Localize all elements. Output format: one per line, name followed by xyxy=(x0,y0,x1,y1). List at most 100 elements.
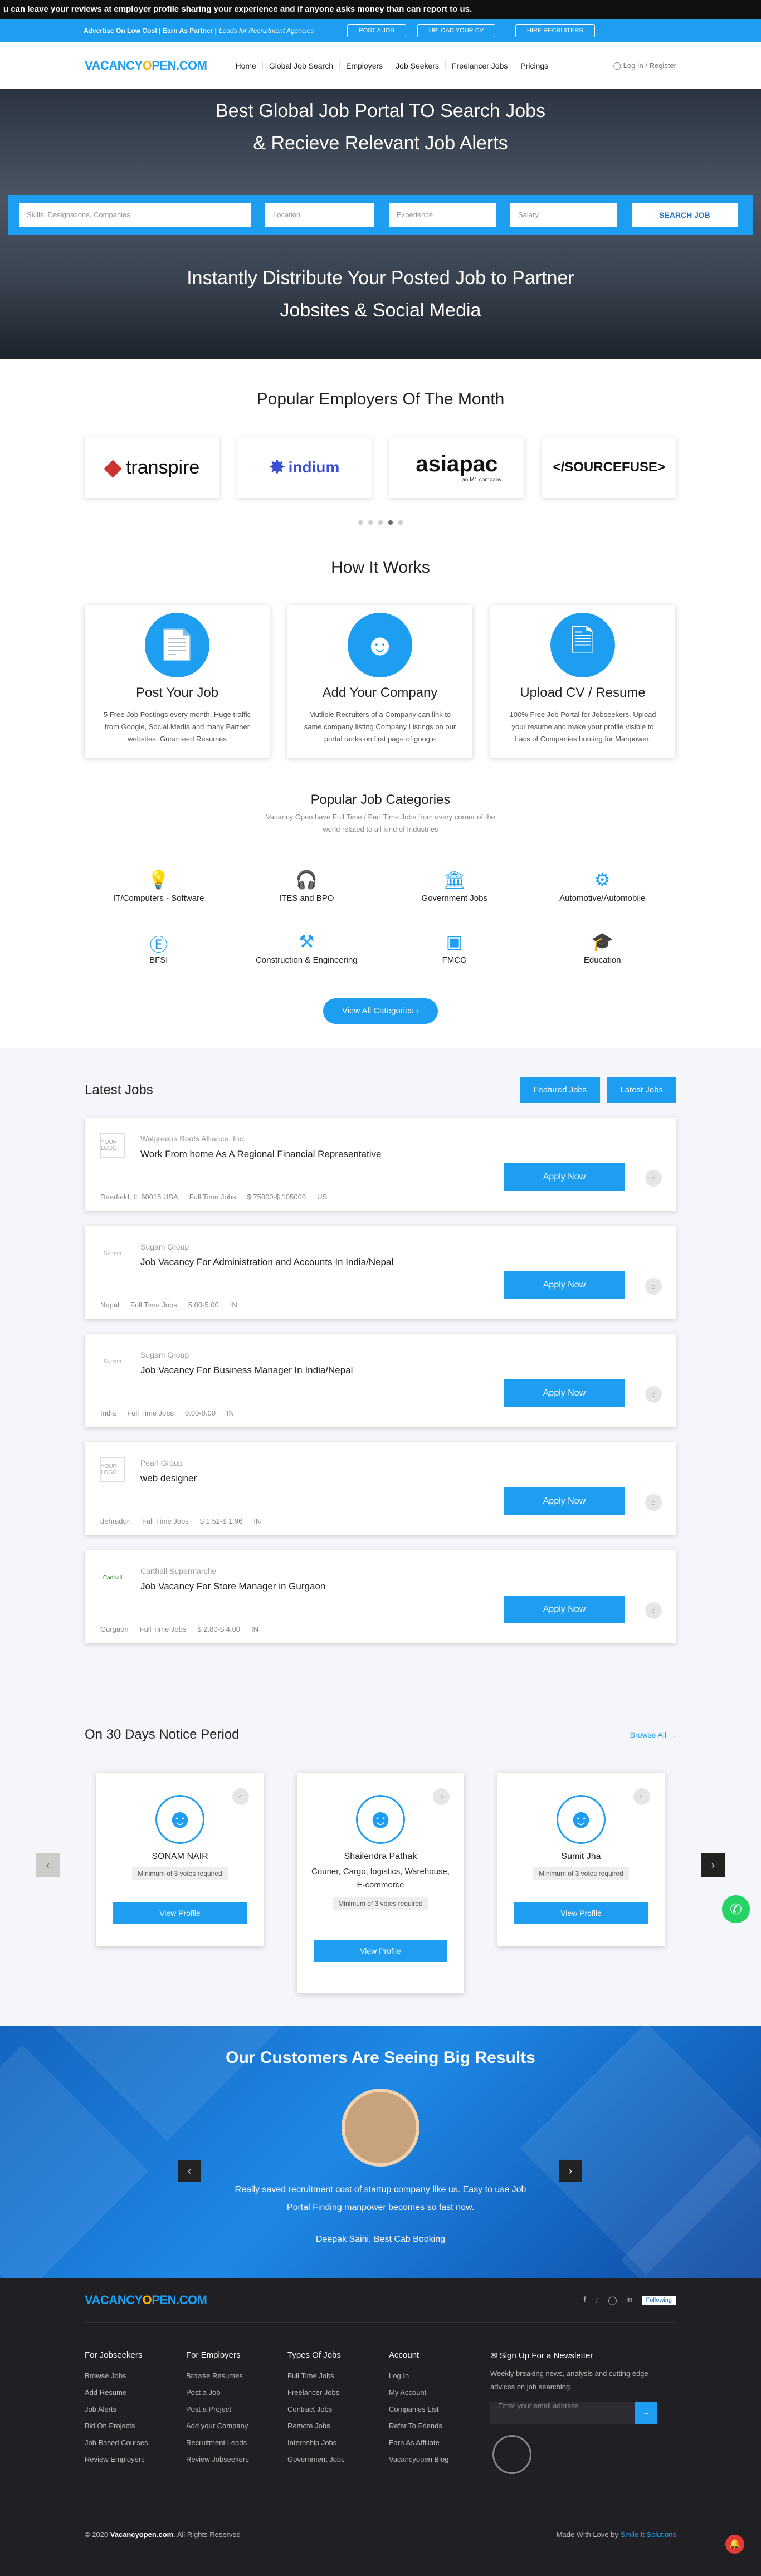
apply-now-button[interactable]: Apply Now xyxy=(504,1379,625,1407)
footer-link[interactable]: Log In xyxy=(389,2368,490,2384)
nav-item-pricings[interactable]: Pricings xyxy=(514,61,554,70)
bookmark-icon[interactable]: ○ xyxy=(645,1386,662,1403)
apply-now-button[interactable]: Apply Now xyxy=(504,1487,625,1515)
category-construction[interactable]: ⚒ Construction & Engineering xyxy=(233,931,381,965)
category-it[interactable]: 💡 IT/Computers - Software xyxy=(85,869,233,903)
job-card[interactable]: Sugam Sugam Group Job Vacancy For Admini… xyxy=(85,1226,676,1319)
notification-bell-icon[interactable]: 🔔 xyxy=(725,2535,744,2554)
newsletter-email-input[interactable]: Enter your email address → xyxy=(490,2402,657,2424)
job-title[interactable]: web designer xyxy=(140,1473,197,1484)
candidate-name[interactable]: Shailendra Pathak xyxy=(297,1852,464,1862)
category-automotive[interactable]: ⚙ Automotive/Automobile xyxy=(529,869,677,903)
footer-link[interactable]: Add your Company xyxy=(186,2418,287,2434)
instagram-icon[interactable]: ◯ xyxy=(608,2295,617,2305)
employer-logo-transpire[interactable]: ◆ transpire xyxy=(85,437,219,498)
candidate-name[interactable]: Sumit Jha xyxy=(497,1852,665,1862)
advertise-link[interactable]: Advertise On Low Cost | Earn As Partner … xyxy=(84,27,217,35)
following-badge[interactable]: Following xyxy=(641,2295,676,2305)
footer-link[interactable]: Job Based Courses xyxy=(85,2434,186,2451)
employer-logo-indium[interactable]: ✸ indium xyxy=(237,437,372,498)
salary-select[interactable]: Salary xyxy=(510,203,617,227)
footer-link[interactable]: Freelancer Jobs xyxy=(287,2384,389,2401)
twitter-icon[interactable]: 𝕣 xyxy=(595,2295,599,2305)
nav-item-freelancer-jobs[interactable]: Freelancer Jobs xyxy=(445,61,514,70)
footer-link[interactable]: Job Alerts xyxy=(85,2401,186,2418)
footer-link[interactable]: Government Jobs xyxy=(287,2451,389,2468)
job-card[interactable]: Carthall Carthall Supermarche Job Vacanc… xyxy=(85,1550,676,1643)
view-profile-button[interactable]: View Profile xyxy=(514,1902,648,1924)
job-title[interactable]: Work From home As A Regional Financial R… xyxy=(140,1149,381,1160)
apply-now-button[interactable]: Apply Now xyxy=(504,1163,625,1191)
footer-link[interactable]: Full Time Jobs xyxy=(287,2368,389,2384)
bookmark-icon[interactable]: ○ xyxy=(232,1788,249,1805)
facebook-icon[interactable]: f xyxy=(584,2295,586,2305)
experience-select[interactable]: Experience xyxy=(389,203,496,227)
footer-link[interactable]: Add Resume xyxy=(85,2384,186,2401)
footer-link[interactable]: Bid On Projects xyxy=(85,2418,186,2434)
footer-link[interactable]: Recruitment Leads xyxy=(186,2434,287,2451)
linkedin-icon[interactable]: in xyxy=(626,2295,633,2305)
apply-now-button[interactable]: Apply Now xyxy=(504,1596,625,1623)
job-title[interactable]: Job Vacancy For Business Manager In Indi… xyxy=(140,1365,353,1376)
candidate-name[interactable]: SONAM NAIR xyxy=(96,1852,264,1862)
job-card[interactable]: Sugam Sugam Group Job Vacancy For Busine… xyxy=(85,1334,676,1427)
next-arrow-icon[interactable]: › xyxy=(559,2160,582,2182)
job-title[interactable]: Job Vacancy For Store Manager in Gurgaon xyxy=(140,1581,325,1592)
whatsapp-icon[interactable]: ✆ xyxy=(722,1895,750,1923)
next-arrow-icon[interactable]: › xyxy=(701,1853,725,1877)
post-job-button[interactable]: POST A JOB xyxy=(347,24,406,37)
view-profile-button[interactable]: View Profile xyxy=(113,1902,247,1924)
category-bfsi[interactable]: Ⓔ BFSI xyxy=(85,931,233,965)
prev-arrow-icon[interactable]: ‹ xyxy=(178,2160,201,2182)
footer-link[interactable]: Review Employers xyxy=(85,2451,186,2468)
nav-item-job-seekers[interactable]: Job Seekers xyxy=(389,61,445,70)
footer-link[interactable]: Browse Jobs xyxy=(85,2368,186,2384)
send-arrow-icon[interactable]: → xyxy=(635,2402,657,2424)
bookmark-icon[interactable]: ○ xyxy=(645,1602,662,1619)
employer-logo-asiapac[interactable]: asiapac an M1 company xyxy=(389,437,524,498)
site-logo[interactable]: VACANCYOPEN.COM xyxy=(85,58,207,73)
footer-link[interactable]: Review Jobseekers xyxy=(186,2451,287,2468)
nav-item-global-job-search[interactable]: Global Job Search xyxy=(262,61,339,70)
view-all-categories-button[interactable]: View All Categories › xyxy=(323,998,438,1024)
footer-link[interactable]: Browse Resumes xyxy=(186,2368,287,2384)
bookmark-icon[interactable]: ○ xyxy=(633,1788,650,1805)
bookmark-icon[interactable]: ○ xyxy=(433,1788,450,1805)
carousel-dots[interactable] xyxy=(85,520,676,525)
job-card[interactable]: YOUR LOGO Pearl Group web designer Apply… xyxy=(85,1442,676,1535)
category-education[interactable]: 🎓 Education xyxy=(529,931,677,965)
category-fmcg[interactable]: ▣ FMCG xyxy=(380,931,529,965)
browse-all-link[interactable]: Browse All → xyxy=(630,1730,676,1739)
footer-link[interactable]: Post a Job xyxy=(186,2384,287,2401)
prev-arrow-icon[interactable]: ‹ xyxy=(36,1853,60,1877)
made-by-link[interactable]: Smile It Solutions xyxy=(621,2530,676,2539)
footer-link[interactable]: Internship Jobs xyxy=(287,2434,389,2451)
login-link[interactable]: ◯ Log In / Register xyxy=(613,61,676,70)
category-government[interactable]: 🏛 Government Jobs xyxy=(380,869,529,903)
nav-item-home[interactable]: Home xyxy=(229,61,262,70)
footer-link[interactable]: My Account xyxy=(389,2384,490,2401)
job-card[interactable]: YOUR LOGO Walgreens Boots Alliance, Inc.… xyxy=(85,1118,676,1211)
bookmark-icon[interactable]: ○ xyxy=(645,1278,662,1295)
employer-logo-sourcefuse[interactable]: </SOURCEFUSE> xyxy=(542,437,676,498)
footer-logo[interactable]: VACANCYOPEN.COM xyxy=(85,2293,207,2307)
footer-link[interactable]: Contract Jobs xyxy=(287,2401,389,2418)
tab-latest-jobs[interactable]: Latest Jobs xyxy=(607,1077,676,1103)
hire-recruiters-button[interactable]: HIRE RECRUITERS xyxy=(515,24,595,37)
bookmark-icon[interactable]: ○ xyxy=(645,1494,662,1511)
footer-link[interactable]: Remote Jobs xyxy=(287,2418,389,2434)
search-job-button[interactable]: SEARCH JOB xyxy=(632,203,738,227)
view-profile-button[interactable]: View Profile xyxy=(314,1940,447,1962)
footer-link[interactable]: Vacancyopen Blog xyxy=(389,2451,490,2468)
category-ites[interactable]: 🎧 ITES and BPO xyxy=(233,869,381,903)
footer-link[interactable]: Post a Project xyxy=(186,2401,287,2418)
tab-featured-jobs[interactable]: Featured Jobs xyxy=(520,1077,601,1103)
job-title[interactable]: Job Vacancy For Administration and Accou… xyxy=(140,1257,393,1268)
footer-link[interactable]: Refer To Friends xyxy=(389,2418,490,2434)
nav-item-employers[interactable]: Employers xyxy=(339,61,389,70)
bookmark-icon[interactable]: ○ xyxy=(645,1170,662,1187)
footer-link[interactable]: Earn As Affiliate xyxy=(389,2434,490,2451)
skills-input[interactable]: Skills, Designations, Companies xyxy=(19,203,251,227)
location-input[interactable]: Location xyxy=(265,203,374,227)
apply-now-button[interactable]: Apply Now xyxy=(504,1271,625,1299)
